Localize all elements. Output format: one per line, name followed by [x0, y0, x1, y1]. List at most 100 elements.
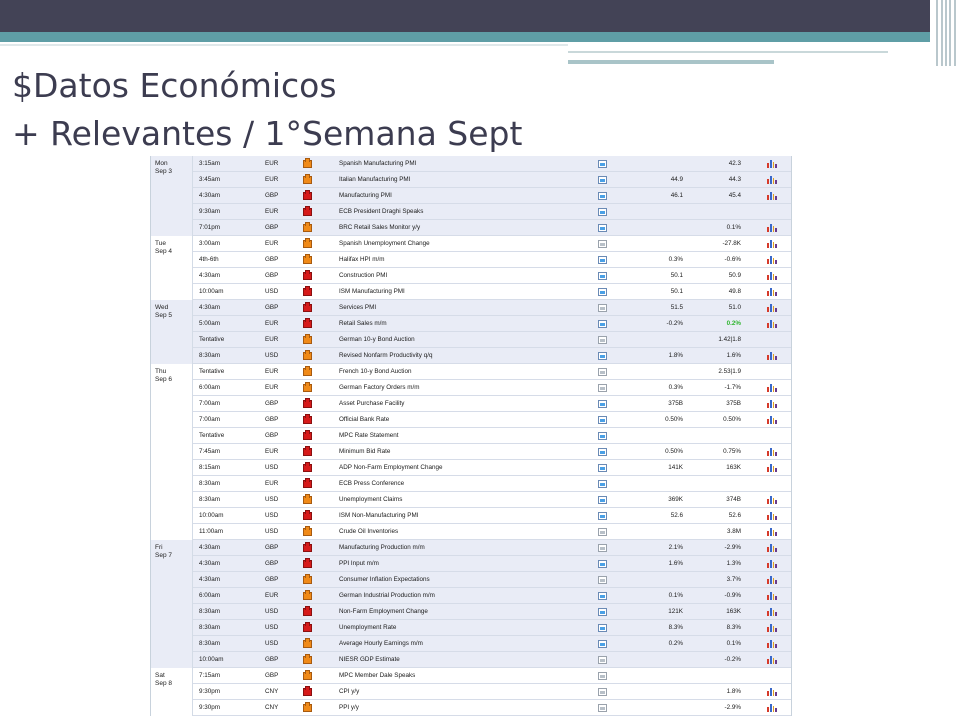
- detail-icon[interactable]: [597, 559, 607, 568]
- bar-chart-icon[interactable]: [767, 447, 777, 456]
- detail-icon[interactable]: [597, 431, 607, 440]
- bar-chart-icon[interactable]: [767, 319, 777, 328]
- detail-icon[interactable]: [597, 463, 607, 472]
- detail-icon[interactable]: [597, 607, 607, 616]
- bar-chart-icon[interactable]: [767, 175, 777, 184]
- bar-chart-icon[interactable]: [767, 607, 777, 616]
- bar-chart-icon[interactable]: [767, 623, 777, 632]
- detail-icon[interactable]: [597, 383, 607, 392]
- table-row[interactable]: 8:30am EUR ECB Press Conference: [193, 476, 791, 492]
- table-row[interactable]: 4:30am GBP Services PMI 51.5 51.0: [193, 300, 791, 316]
- table-row[interactable]: 11:00am USD Crude Oil Inventories 3.8M: [193, 524, 791, 540]
- table-row[interactable]: 4:30am GBP Manufacturing Production m/m 2.1…: [193, 540, 791, 556]
- table-row[interactable]: 9:30pm CNY CPI y/y 1.8%: [193, 684, 791, 700]
- table-row[interactable]: 6:00am EUR German Industrial Production m/…: [193, 588, 791, 604]
- detail-icon[interactable]: [597, 447, 607, 456]
- table-row[interactable]: 4th-6th GBP Halifax HPI m/m 0.3% -0.6%: [193, 252, 791, 268]
- table-row[interactable]: 10:00am USD ISM Manufacturing PMI 50.1 49.8: [193, 284, 791, 300]
- bar-chart-icon[interactable]: [767, 527, 777, 536]
- bar-chart-icon[interactable]: [767, 591, 777, 600]
- bar-chart-icon[interactable]: [767, 287, 777, 296]
- bar-chart-icon[interactable]: [767, 543, 777, 552]
- detail-icon[interactable]: [597, 223, 607, 232]
- table-row[interactable]: 3:45am EUR Italian Manufacturing PMI 44.9 44…: [193, 172, 791, 188]
- bar-chart-icon[interactable]: [767, 159, 777, 168]
- detail-icon[interactable]: [597, 351, 607, 360]
- bar-chart-icon[interactable]: [767, 463, 777, 472]
- table-row[interactable]: Tentative GBP MPC Rate Statement: [193, 428, 791, 444]
- bar-chart-icon[interactable]: [767, 303, 777, 312]
- detail-icon[interactable]: [597, 159, 607, 168]
- table-row[interactable]: 7:00am GBP Official Bank Rate 0.50% 0.50%: [193, 412, 791, 428]
- table-row[interactable]: 7:00am GBP Asset Purchase Facility 375B 375B: [193, 396, 791, 412]
- table-row[interactable]: 9:30pm CNY PPI y/y -2.9%: [193, 700, 791, 716]
- table-row[interactable]: 6:00am EUR German Factory Orders m/m 0.3% -1…: [193, 380, 791, 396]
- table-row[interactable]: 4:30am GBP Construction PMI 50.1 50.9: [193, 268, 791, 284]
- table-row[interactable]: 10:00am GBP NIESR GDP Estimate -0.2%: [193, 652, 791, 668]
- detail-icon[interactable]: [597, 671, 607, 680]
- detail-icon[interactable]: [597, 255, 607, 264]
- bar-chart-icon[interactable]: [767, 191, 777, 200]
- detail-icon[interactable]: [597, 303, 607, 312]
- table-row[interactable]: 10:00am USD ISM Non-Manufacturing PMI 52.6 5…: [193, 508, 791, 524]
- table-row[interactable]: 8:15am USD ADP Non-Farm Employment Change 1…: [193, 460, 791, 476]
- detail-icon[interactable]: [597, 655, 607, 664]
- detail-icon[interactable]: [597, 639, 607, 648]
- table-row[interactable]: Tentative EUR French 10-y Bond Auction 2.53…: [193, 364, 791, 380]
- table-row[interactable]: 8:30am USD Revised Nonfarm Productivity q/…: [193, 348, 791, 364]
- detail-icon[interactable]: [597, 543, 607, 552]
- table-row[interactable]: 7:15am GBP MPC Member Dale Speaks: [193, 668, 791, 684]
- bar-chart-icon[interactable]: [767, 271, 777, 280]
- detail-icon[interactable]: [597, 271, 607, 280]
- detail-icon[interactable]: [597, 479, 607, 488]
- table-row[interactable]: 3:15am EUR Spanish Manufacturing PMI 42.3: [193, 156, 791, 172]
- bar-chart-icon[interactable]: [767, 575, 777, 584]
- table-row[interactable]: 8:30am USD Unemployment Claims 369K 374B: [193, 492, 791, 508]
- detail-icon[interactable]: [597, 703, 607, 712]
- table-row[interactable]: 7:01pm GBP BRC Retail Sales Monitor y/y 0.1…: [193, 220, 791, 236]
- detail-icon[interactable]: [597, 207, 607, 216]
- event-name: Spanish Manufacturing PMI: [339, 160, 417, 167]
- bar-chart-icon[interactable]: [767, 511, 777, 520]
- table-row[interactable]: Tentative EUR German 10-y Bond Auction 1.42…: [193, 332, 791, 348]
- detail-icon[interactable]: [597, 335, 607, 344]
- bar-chart-icon[interactable]: [767, 639, 777, 648]
- detail-icon[interactable]: [597, 399, 607, 408]
- table-row[interactable]: 4:30am GBP PPI Input m/m 1.6% 1.3%: [193, 556, 791, 572]
- detail-icon[interactable]: [597, 495, 607, 504]
- bar-chart-icon[interactable]: [767, 383, 777, 392]
- bar-chart-icon[interactable]: [767, 399, 777, 408]
- detail-icon[interactable]: [597, 239, 607, 248]
- detail-icon[interactable]: [597, 319, 607, 328]
- bar-chart-icon[interactable]: [767, 239, 777, 248]
- detail-icon[interactable]: [597, 527, 607, 536]
- detail-icon[interactable]: [597, 511, 607, 520]
- bar-chart-icon[interactable]: [767, 687, 777, 696]
- detail-icon[interactable]: [597, 367, 607, 376]
- bar-chart-icon[interactable]: [767, 655, 777, 664]
- bar-chart-icon[interactable]: [767, 415, 777, 424]
- table-row[interactable]: 4:30am GBP Manufacturing PMI 46.1 45.4: [193, 188, 791, 204]
- table-row[interactable]: 3:00am EUR Spanish Unemployment Change -27.…: [193, 236, 791, 252]
- bar-chart-icon[interactable]: [767, 223, 777, 232]
- bar-chart-icon[interactable]: [767, 351, 777, 360]
- detail-icon[interactable]: [597, 175, 607, 184]
- table-row[interactable]: 8:30am USD Average Hourly Earnings m/m 0.2%…: [193, 636, 791, 652]
- detail-icon[interactable]: [597, 191, 607, 200]
- detail-icon[interactable]: [597, 287, 607, 296]
- bar-chart-icon[interactable]: [767, 495, 777, 504]
- detail-icon[interactable]: [597, 575, 607, 584]
- table-row[interactable]: 7:45am EUR Minimum Bid Rate 0.50% 0.75%: [193, 444, 791, 460]
- table-row[interactable]: 8:30am USD Unemployment Rate 8.3% 8.3%: [193, 620, 791, 636]
- table-row[interactable]: 4:30am GBP Consumer Inflation Expectations…: [193, 572, 791, 588]
- table-row[interactable]: 8:30am USD Non-Farm Employment Change 121K 1…: [193, 604, 791, 620]
- detail-icon[interactable]: [597, 415, 607, 424]
- detail-icon[interactable]: [597, 591, 607, 600]
- bar-chart-icon[interactable]: [767, 255, 777, 264]
- bar-chart-icon[interactable]: [767, 703, 777, 712]
- table-row[interactable]: 5:00am EUR Retail Sales m/m -0.2% 0.2%: [193, 316, 791, 332]
- table-row[interactable]: 9:30am EUR ECB President Draghi Speaks: [193, 204, 791, 220]
- detail-icon[interactable]: [597, 623, 607, 632]
- bar-chart-icon[interactable]: [767, 559, 777, 568]
- detail-icon[interactable]: [597, 687, 607, 696]
